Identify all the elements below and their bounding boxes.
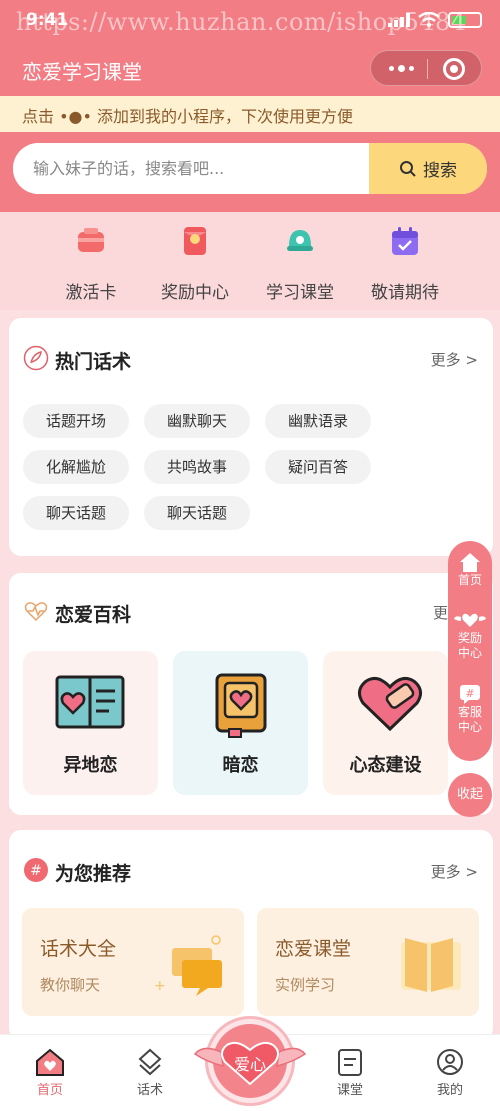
tab-label: 首页 bbox=[36, 1083, 63, 1098]
feather-icon bbox=[23, 345, 49, 371]
class-tab-icon bbox=[338, 1049, 362, 1076]
card-icon bbox=[78, 228, 104, 252]
encyclopedia-item-long-distance[interactable]: 异地恋 bbox=[23, 651, 158, 795]
tab-mine[interactable]: 我的 bbox=[400, 1035, 500, 1111]
recommend-item-phrases[interactable]: 话术大全 教你聊天 + bbox=[22, 908, 244, 1016]
home-tab-icon bbox=[36, 1048, 64, 1076]
encyclopedia-item-mindset[interactable]: 心态建设 bbox=[323, 651, 448, 795]
tab-home[interactable]: 首页 bbox=[0, 1035, 100, 1111]
phrase-tag[interactable]: 话题开场 bbox=[23, 404, 129, 438]
red-envelope-icon bbox=[184, 227, 206, 255]
float-fold-button[interactable]: 收起 bbox=[448, 773, 492, 817]
recommend-item-title: 话术大全 bbox=[40, 938, 117, 960]
encyclopedia-item-label: 暗恋 bbox=[222, 755, 259, 776]
float-reward-label-2: 中心 bbox=[457, 646, 482, 660]
more-icon[interactable] bbox=[389, 65, 414, 72]
hashtag-icon: # bbox=[24, 858, 48, 882]
phrase-tag[interactable]: 聊天话题 bbox=[144, 496, 250, 530]
quick-link-reward-center[interactable]: 奖励中心 bbox=[145, 224, 245, 303]
tab-label: 我的 bbox=[436, 1083, 463, 1098]
float-service-label-1: 客服 bbox=[457, 705, 482, 719]
svg-text:+: + bbox=[154, 978, 166, 994]
phrase-tag[interactable]: 共鸣故事 bbox=[144, 450, 250, 484]
phrases-tab-icon bbox=[138, 1048, 162, 1076]
status-bar: 9:41 https://www.huzhan.com/ishop5484 bbox=[0, 0, 500, 40]
encyclopedia-item-secret-crush[interactable]: 暗恋 bbox=[173, 651, 308, 795]
quick-link-activation-card[interactable]: 激活卡 bbox=[41, 224, 141, 303]
float-reward-label-1: 奖励 bbox=[457, 631, 482, 645]
hot-phrases-title: 热门话术 bbox=[55, 351, 132, 373]
quick-link-study-class[interactable]: 学习课堂 bbox=[250, 224, 350, 303]
floating-side-menu: 首页 奖励 中心 # 客服 中心 bbox=[448, 541, 492, 761]
mini-program-capsule bbox=[370, 50, 482, 86]
svg-text:#: # bbox=[465, 687, 474, 700]
capsule-divider bbox=[427, 59, 428, 79]
quick-link-label: 激活卡 bbox=[65, 283, 117, 303]
tab-label: 话术 bbox=[136, 1083, 163, 1098]
phrase-tag[interactable]: 幽默语录 bbox=[265, 404, 371, 438]
watermark-text: https://www.huzhan.com/ishop5484 bbox=[16, 8, 467, 36]
tab-class[interactable]: 课堂 bbox=[300, 1035, 400, 1111]
recommend-more-link[interactable]: 更多 > bbox=[431, 861, 478, 882]
encyclopedia-item-label: 心态建设 bbox=[349, 755, 422, 776]
calendar-icon bbox=[392, 227, 418, 255]
tab-label: 课堂 bbox=[336, 1083, 363, 1098]
chat-bubbles-icon: + bbox=[154, 935, 222, 996]
float-home-button[interactable]: 首页 bbox=[448, 551, 492, 588]
phrase-tag[interactable]: 幽默聊天 bbox=[144, 404, 250, 438]
recommend-item-subtitle: 实例学习 bbox=[275, 976, 336, 994]
search-button-label: 搜索 bbox=[423, 161, 457, 181]
diary-book-icon bbox=[215, 673, 267, 738]
float-service-label-2: 中心 bbox=[457, 720, 482, 734]
bell-icon bbox=[287, 230, 313, 251]
search-bar: 搜索 bbox=[13, 143, 487, 194]
svg-text:#: # bbox=[30, 863, 42, 879]
winged-heart-center-icon: 爱心 bbox=[193, 1041, 307, 1086]
phrase-tag[interactable]: 疑问百答 bbox=[265, 450, 371, 484]
float-reward-button[interactable]: 奖励 中心 bbox=[448, 609, 492, 661]
float-service-button[interactable]: # 客服 中心 bbox=[448, 683, 492, 735]
quick-link-coming-soon[interactable]: 敬请期待 bbox=[355, 224, 455, 303]
hot-phrases-card: 热门话术 更多 > 话题开场 幽默聊天 幽默语录 化解尴尬 共鸣故事 疑问百答 … bbox=[9, 318, 493, 556]
close-target-icon[interactable] bbox=[443, 58, 465, 80]
quick-link-label: 学习课堂 bbox=[266, 283, 334, 303]
quick-link-label: 奖励中心 bbox=[161, 283, 229, 303]
recommend-item-subtitle: 教你聊天 bbox=[40, 976, 101, 994]
recommend-title: 为您推荐 bbox=[55, 863, 132, 885]
encyclopedia-item-label: 异地恋 bbox=[63, 755, 118, 776]
center-love-button[interactable]: 爱心 bbox=[193, 1012, 307, 1108]
search-button[interactable]: 搜索 bbox=[369, 143, 487, 194]
love-encyclopedia-title: 恋爱百科 bbox=[55, 604, 132, 626]
home-icon bbox=[460, 553, 480, 572]
recommend-item-title: 恋爱课堂 bbox=[275, 938, 352, 960]
search-icon bbox=[400, 160, 416, 177]
heartbeat-icon bbox=[24, 602, 48, 622]
recommend-card: # 为您推荐 更多 > 话术大全 教你聊天 + 恋爱课堂 实例学习 bbox=[9, 830, 493, 1040]
search-input[interactable] bbox=[13, 143, 369, 194]
love-encyclopedia-more-link[interactable]: 更 bbox=[433, 602, 448, 623]
add-to-mini-program-tip: 点击 •●• 添加到我的小程序，下次使用更方便 bbox=[0, 96, 500, 132]
phrase-tag[interactable]: 化解尴尬 bbox=[23, 450, 129, 484]
center-button-label: 爱心 bbox=[234, 1055, 266, 1074]
hot-phrases-more-link[interactable]: 更多 > bbox=[431, 349, 478, 370]
phrase-tag[interactable]: 聊天话题 bbox=[23, 496, 129, 530]
bandaged-heart-icon bbox=[358, 676, 422, 732]
chat-icon: # bbox=[460, 685, 480, 704]
tab-phrases[interactable]: 话术 bbox=[100, 1035, 200, 1111]
page-title: 恋爱学习课堂 bbox=[22, 60, 142, 84]
quick-link-label: 敬请期待 bbox=[371, 283, 439, 303]
float-home-label: 首页 bbox=[457, 573, 482, 587]
open-book-icon bbox=[401, 938, 461, 992]
profile-tab-icon bbox=[437, 1049, 463, 1075]
long-distance-book-icon bbox=[55, 675, 125, 729]
quick-links: 激活卡 奖励中心 学习课堂 敬请期待 bbox=[0, 212, 500, 310]
recommend-item-love-class[interactable]: 恋爱课堂 实例学习 bbox=[257, 908, 479, 1016]
winged-heart-icon bbox=[454, 613, 486, 627]
